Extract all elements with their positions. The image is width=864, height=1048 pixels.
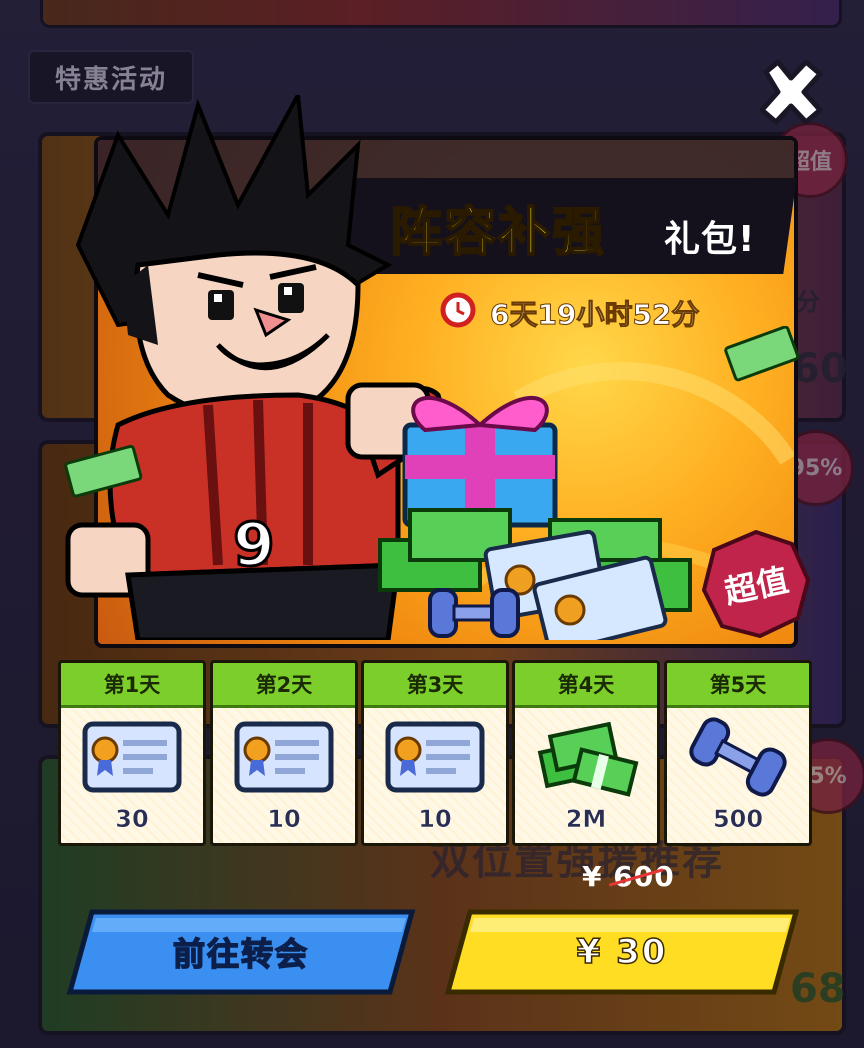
reward-card-day-3: 第3天 10 [361,660,509,846]
reward-card-day-4: 第4天 2M [512,660,660,846]
badge-label: 超值 [721,560,792,612]
ticket-icon [234,721,334,793]
dumbbell-icon [689,717,787,797]
reward-quantity: 10 [418,805,452,834]
reward-body: 30 [61,708,203,843]
reward-day-label: 第4天 [515,663,657,708]
close-icon [759,59,823,125]
reward-body: 500 [667,708,809,843]
reward-card-day-5: 第5天 500 [664,660,812,846]
reward-quantity: 10 [267,805,301,834]
reward-quantity: 30 [115,805,149,834]
go-to-transfer-button[interactable]: 前往转会 [66,908,416,996]
ticket-icon [385,721,485,793]
bundle-title-suffix: 礼包! [664,219,756,260]
reward-card-day-2: 第2天 10 [210,660,358,846]
reward-body: 2M [515,708,657,843]
reward-card-day-1: 第1天 30 [58,660,206,846]
reward-day-label: 第5天 [667,663,809,708]
reward-quantity: 2M [565,805,607,834]
clock-icon [440,292,476,328]
reward-body: 10 [364,708,506,843]
close-button[interactable] [756,58,826,128]
countdown-timer: 6天19小时52分 [489,298,700,332]
buy-button-label: ¥ 30 [576,931,668,973]
original-price: ¥ 600 [582,860,675,893]
floating-cash-icon [724,326,800,382]
cash-stack-icon [537,721,639,797]
transfer-button-label: 前往转会 [172,934,309,974]
floating-cash-icon [64,444,143,498]
reward-day-label: 第2天 [213,663,355,708]
buy-button[interactable]: ¥ 30 [444,908,800,996]
reward-quantity: 500 [712,805,764,834]
reward-day-label: 第3天 [364,663,506,708]
reward-body: 10 [213,708,355,843]
value-badge: 超值 [702,530,810,638]
ticket-icon [82,721,182,793]
reward-pile-illustration [378,508,692,640]
reward-day-label: 第1天 [61,663,203,708]
bundle-title: 阵容补强 [389,202,607,264]
